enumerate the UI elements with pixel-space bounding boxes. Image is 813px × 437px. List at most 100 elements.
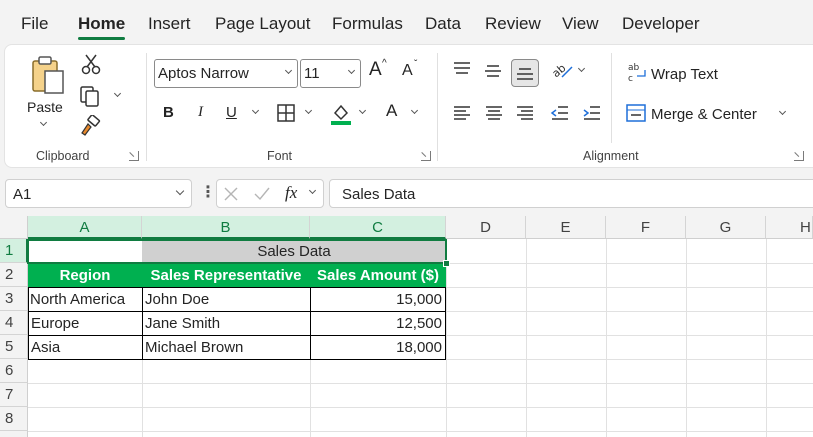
col-header-c[interactable]: C: [310, 216, 446, 239]
fill-color-dropdown-icon[interactable]: [358, 106, 367, 115]
row-header-7[interactable]: 7: [0, 383, 28, 407]
font-size-select[interactable]: 11: [300, 59, 361, 88]
tab-data[interactable]: Data: [425, 14, 461, 34]
cell-b3[interactable]: John Doe: [142, 288, 310, 311]
shrink-font-button[interactable]: A: [402, 62, 413, 80]
row-header-4[interactable]: 4: [0, 311, 28, 335]
formula-value: Sales Data: [342, 186, 416, 203]
top-align-icon[interactable]: [452, 61, 472, 77]
cell-b5[interactable]: Michael Brown: [142, 336, 310, 359]
enter-icon[interactable]: [253, 186, 271, 202]
tab-view[interactable]: View: [562, 14, 599, 34]
copy-icon[interactable]: [79, 85, 103, 107]
align-right-icon[interactable]: [515, 105, 535, 121]
group-separator: [611, 53, 612, 143]
formula-controls: fx: [216, 179, 324, 208]
table-border-line: [28, 311, 446, 312]
chevron-down-icon: [347, 66, 356, 75]
merge-center-button[interactable]: Merge & Center: [651, 106, 757, 123]
fill-handle[interactable]: [443, 260, 450, 267]
wrap-text-button[interactable]: Wrap Text: [651, 66, 718, 83]
tab-formulas[interactable]: Formulas: [332, 14, 403, 34]
cell-b4[interactable]: Jane Smith: [142, 312, 310, 335]
clipboard-launcher-icon[interactable]: [129, 151, 139, 161]
font-launcher-icon[interactable]: [421, 151, 431, 161]
row-header-2[interactable]: 2: [0, 263, 28, 287]
chevron-down-icon[interactable]: [308, 186, 317, 195]
cut-icon[interactable]: [81, 53, 101, 75]
table-border-line: [142, 287, 143, 360]
col-header-f[interactable]: F: [606, 216, 686, 239]
cell-a4[interactable]: Europe: [28, 312, 142, 335]
cell-a5[interactable]: Asia: [28, 336, 142, 359]
svg-text:ab: ab: [628, 63, 640, 73]
more-options-icon[interactable]: ⋮: [200, 182, 216, 202]
chevron-down-icon[interactable]: [175, 186, 185, 196]
align-center-icon[interactable]: [484, 105, 504, 121]
borders-icon[interactable]: [276, 103, 296, 123]
borders-dropdown-icon[interactable]: [304, 106, 313, 115]
tab-page-layout[interactable]: Page Layout: [215, 14, 310, 34]
tab-developer[interactable]: Developer: [622, 14, 700, 34]
cell-c5[interactable]: 18,000: [310, 336, 446, 359]
paste-dropdown-icon[interactable]: [39, 118, 48, 127]
row-header-9[interactable]: [0, 431, 28, 437]
alignment-launcher-icon[interactable]: [794, 151, 804, 161]
paste-label[interactable]: Paste: [27, 99, 63, 115]
menu-bar: File Home Insert Page Layout Formulas Da…: [0, 0, 813, 44]
cell-c2-header[interactable]: Sales Amount ($): [310, 264, 446, 287]
cell-c4[interactable]: 12,500: [310, 312, 446, 335]
font-color-dropdown-icon[interactable]: [410, 106, 419, 115]
row-header-8[interactable]: 8: [0, 407, 28, 431]
fill-color-icon[interactable]: [329, 101, 353, 125]
tab-insert[interactable]: Insert: [148, 14, 191, 34]
row-header-6[interactable]: 6: [0, 359, 28, 383]
formula-input[interactable]: Sales Data: [329, 179, 813, 208]
increase-indent-icon[interactable]: [582, 105, 602, 121]
orientation-icon[interactable]: ab: [550, 61, 574, 81]
cell-b2-header[interactable]: Sales Representative: [142, 264, 310, 287]
middle-align-icon[interactable]: [483, 63, 503, 79]
underline-button[interactable]: U: [226, 104, 237, 121]
col-header-d[interactable]: D: [446, 216, 526, 239]
col-header-b[interactable]: B: [142, 216, 310, 239]
col-header-h[interactable]: H: [766, 216, 813, 239]
merge-center-icon[interactable]: [625, 103, 647, 123]
shrink-font-caret-icon: ˇ: [414, 59, 418, 70]
cancel-icon[interactable]: [223, 186, 239, 202]
font-name-select[interactable]: Aptos Narrow: [154, 59, 298, 88]
col-header-a[interactable]: A: [28, 216, 142, 239]
merge-center-dropdown-icon[interactable]: [778, 107, 787, 116]
bold-button[interactable]: B: [163, 104, 174, 121]
font-name-value: Aptos Narrow: [158, 65, 249, 82]
select-all-corner[interactable]: [0, 216, 28, 239]
format-painter-icon[interactable]: [79, 115, 101, 137]
cell-a3[interactable]: North America: [28, 288, 142, 311]
col-header-g[interactable]: G: [686, 216, 766, 239]
paste-icon[interactable]: [29, 55, 69, 97]
orientation-dropdown-icon[interactable]: [577, 64, 586, 73]
tab-review[interactable]: Review: [485, 14, 541, 34]
gridline: [28, 407, 813, 408]
copy-dropdown-icon[interactable]: [113, 89, 122, 98]
row-header-1[interactable]: 1: [0, 239, 28, 263]
bottom-align-button[interactable]: [511, 59, 539, 87]
row-header-5[interactable]: 5: [0, 335, 28, 359]
cell-a2-header[interactable]: Region: [28, 264, 142, 287]
italic-button[interactable]: I: [198, 104, 203, 121]
decrease-indent-icon[interactable]: [550, 105, 570, 121]
cell-c3[interactable]: 15,000: [310, 288, 446, 311]
insert-function-button[interactable]: fx: [285, 183, 297, 203]
wrap-text-icon[interactable]: ab c: [627, 61, 649, 83]
tab-file[interactable]: File: [21, 14, 48, 34]
alignment-group-label: Alignment: [583, 149, 639, 163]
align-left-icon[interactable]: [452, 105, 472, 121]
underline-dropdown-icon[interactable]: [251, 106, 260, 115]
grow-font-button[interactable]: A: [369, 59, 382, 81]
cell-selection: [27, 239, 450, 267]
col-header-e[interactable]: E: [526, 216, 606, 239]
font-color-button[interactable]: A: [386, 101, 397, 121]
name-box[interactable]: A1: [5, 179, 192, 208]
row-header-3[interactable]: 3: [0, 287, 28, 311]
tab-home[interactable]: Home: [78, 14, 125, 34]
